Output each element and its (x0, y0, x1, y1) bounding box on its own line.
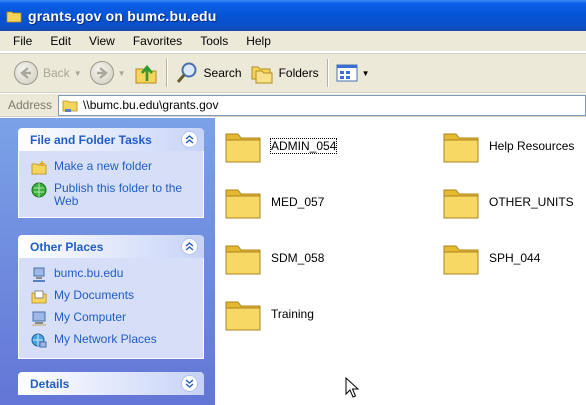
folders-button[interactable]: Folders (246, 58, 323, 88)
views-icon (336, 64, 358, 82)
task-make-new-folder[interactable]: Make a new folder (31, 157, 203, 179)
details-header[interactable]: Details (18, 372, 204, 395)
address-input[interactable]: \\bumc.bu.edu\grants.gov (58, 94, 586, 116)
folder-item[interactable]: ADMIN_054 (223, 126, 338, 166)
mouse-cursor-icon (345, 377, 359, 398)
folder-icon (225, 189, 261, 219)
back-arrow-icon (14, 61, 38, 85)
other-places-panel: Other Places bumc.bu.edu My Documents My… (18, 235, 204, 359)
address-value: \\bumc.bu.edu\grants.gov (83, 98, 219, 112)
back-dropdown-icon[interactable]: ▼ (74, 69, 82, 78)
folder-name: SDM_058 (271, 251, 325, 265)
toolbar-separator (326, 59, 328, 87)
file-folder-tasks-body: Make a new folder Publish this folder to… (18, 151, 204, 218)
address-bar: Address \\bumc.bu.edu\grants.gov (0, 94, 586, 117)
address-label: Address (8, 98, 53, 112)
folder-icon (443, 245, 479, 275)
collapse-chevron-icon[interactable] (181, 131, 198, 148)
place-bumc-label: bumc.bu.edu (54, 266, 124, 280)
my-documents-icon (31, 290, 47, 304)
views-button[interactable]: ▼ (332, 58, 374, 88)
folder-name: Help Resources (489, 139, 575, 153)
my-computer-icon (32, 311, 46, 326)
forward-button[interactable]: ▼ (86, 58, 130, 88)
folder-item[interactable]: SDM_058 (223, 238, 324, 278)
folder-item[interactable]: OTHER_UNITS (441, 182, 574, 222)
collapse-chevron-icon[interactable] (181, 238, 198, 255)
folders-label: Folders (278, 66, 319, 80)
folder-icon (443, 189, 479, 219)
network-folder-icon (62, 100, 78, 112)
place-bumc[interactable]: bumc.bu.edu (31, 264, 203, 286)
window-title: grants.gov on bumc.bu.edu (28, 7, 217, 24)
expand-chevron-icon[interactable] (181, 375, 198, 392)
place-my-documents-label: My Documents (54, 288, 135, 302)
folder-name: ADMIN_054 (269, 138, 338, 154)
task-publish-web[interactable]: Publish this folder to the Web (31, 179, 203, 211)
folder-icon (225, 133, 261, 163)
task-pane: File and Folder Tasks Make a new folder … (0, 118, 215, 405)
folder-item[interactable]: MED_057 (223, 182, 324, 222)
menu-tools[interactable]: Tools (191, 34, 237, 48)
place-my-computer-label: My Computer (54, 310, 127, 324)
place-my-network-places[interactable]: My Network Places (31, 330, 203, 352)
folder-icon (6, 11, 22, 22)
menu-bar: File Edit View Favorites Tools Help (0, 31, 586, 52)
network-computer-icon (33, 267, 45, 282)
back-label: Back (43, 66, 70, 80)
new-folder-icon (31, 161, 47, 175)
search-label: Search (203, 66, 242, 80)
folder-item[interactable]: SPH_044 (441, 238, 540, 278)
folder-name: SPH_044 (489, 251, 541, 265)
search-button[interactable]: Search (171, 58, 246, 88)
folder-name: MED_057 (271, 195, 325, 209)
place-my-documents[interactable]: My Documents (31, 286, 203, 308)
folder-name: OTHER_UNITS (489, 195, 574, 209)
task-publish-web-label: Publish this folder to the Web (54, 181, 183, 208)
details-title: Details (30, 376, 70, 391)
up-folder-icon (135, 64, 157, 84)
place-my-network-places-label: My Network Places (54, 332, 157, 346)
forward-dropdown-icon[interactable]: ▼ (118, 69, 126, 78)
menu-view[interactable]: View (80, 34, 124, 48)
menu-favorites[interactable]: Favorites (124, 34, 191, 48)
folder-icon (225, 245, 261, 275)
place-my-computer[interactable]: My Computer (31, 308, 203, 330)
search-icon (176, 62, 197, 83)
other-places-title: Other Places (30, 239, 104, 254)
up-folder-button[interactable] (130, 58, 162, 88)
network-places-icon (31, 333, 47, 348)
folder-item[interactable]: Training (223, 294, 314, 334)
details-panel: Details (18, 372, 204, 395)
folder-icon (225, 301, 261, 331)
file-folder-tasks-panel: File and Folder Tasks Make a new folder … (18, 128, 204, 218)
toolbar: Back ▼ ▼ Search Folders ▼ (0, 53, 586, 93)
task-make-new-folder-label: Make a new folder (54, 159, 153, 173)
file-folder-tasks-header[interactable]: File and Folder Tasks (18, 128, 204, 151)
other-places-body: bumc.bu.edu My Documents My Computer My … (18, 258, 204, 359)
title-bar: grants.gov on bumc.bu.edu (0, 0, 586, 31)
publish-web-icon (31, 182, 47, 198)
other-places-header[interactable]: Other Places (18, 235, 204, 258)
folders-icon (251, 66, 273, 84)
toolbar-separator (165, 59, 167, 87)
folder-view[interactable]: ADMIN_054 Help Resources MED_057 OTHER_U… (215, 118, 586, 405)
menu-edit[interactable]: Edit (41, 34, 80, 48)
folder-name: Training (271, 307, 314, 321)
folder-item[interactable]: Help Resources (441, 126, 574, 166)
menu-help[interactable]: Help (237, 34, 280, 48)
menu-file[interactable]: File (4, 34, 41, 48)
views-dropdown-icon[interactable]: ▼ (362, 69, 370, 78)
folder-icon (443, 133, 479, 163)
forward-arrow-icon (89, 61, 114, 85)
back-button[interactable]: Back ▼ (10, 58, 86, 88)
file-folder-tasks-title: File and Folder Tasks (30, 132, 152, 147)
